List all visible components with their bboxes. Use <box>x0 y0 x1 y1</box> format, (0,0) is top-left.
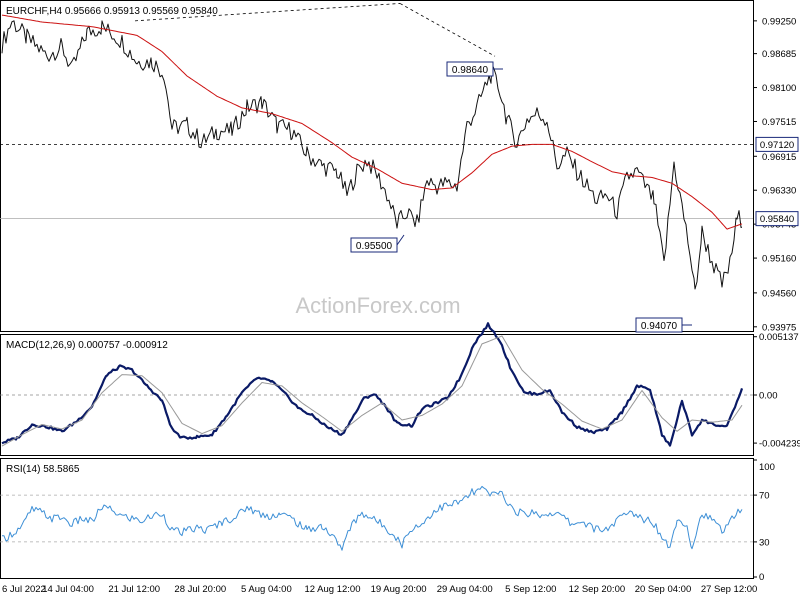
x-axis-ticks: 6 Jul 202214 Jul 04:00 21 Jul 12:00 28 Jul… <box>2 584 757 595</box>
price-title: EURCHF,H4 0.95666 0.95913 0.95569 0.9584… <box>6 6 218 17</box>
x-tick-label: 12 Sep 20:00 <box>569 584 626 595</box>
chart-canvas: ActionForex.com 0.992500.986850.981000.9… <box>0 0 800 595</box>
x-tick-label: 12 Aug 12:00 <box>304 584 360 595</box>
annotation-label: 0.98640 <box>452 65 489 76</box>
x-tick-label: 21 Jul 12:00 <box>108 584 160 595</box>
price-y-tick: 0.98685 <box>762 49 796 60</box>
macd-y-tick: 0.005137 <box>759 332 799 343</box>
x-tick-label: 20 Sep 04:00 <box>635 584 692 595</box>
rsi-y-tick: 70 <box>759 491 770 502</box>
price-y-tick: 0.97515 <box>762 117 796 128</box>
price-y-tick: 0.94560 <box>762 288 796 299</box>
x-tick-label: 19 Aug 20:00 <box>371 584 427 595</box>
macd-y-tick: 0.00 <box>759 391 778 402</box>
price-y-tick: 0.98100 <box>762 83 796 94</box>
price-y-ticks: 0.99250 0.98685 0.98100 0.97515 0.96915 0.963… <box>753 16 796 333</box>
rsi-y-tick: 30 <box>759 537 770 548</box>
price-y-tick: 0.99250 <box>762 16 796 27</box>
price-y-tick: 0.95160 <box>762 254 796 265</box>
x-tick-label: 5 Sep 12:00 <box>505 584 556 595</box>
level-label: 0.97120 <box>760 140 794 151</box>
rsi-y-ticks: 100 70 30 0 <box>753 459 775 583</box>
x-tick-label: 6 Jul 2022 <box>2 584 46 595</box>
rsi-y-tick: 100 <box>759 462 775 473</box>
x-tick-label: 29 Aug 04:00 <box>437 584 493 595</box>
watermark: ActionForex.com <box>295 293 460 318</box>
rsi-panel-frame <box>0 458 754 579</box>
annotation-label: 0.95500 <box>356 241 393 252</box>
price-panel-frame <box>0 0 754 332</box>
price-y-tick: 0.96915 <box>762 152 796 163</box>
level-label: 0.95840 <box>760 214 794 225</box>
x-tick-label: 28 Jul 20:00 <box>174 584 226 595</box>
rsi-y-tick: 0 <box>759 572 764 583</box>
x-tick-label: 14 Jul 04:00 <box>42 584 94 595</box>
price-y-tick: 0.96330 <box>762 186 796 197</box>
macd-y-tick: -0.004239 <box>759 439 800 450</box>
x-tick-label: 5 Aug 04:00 <box>241 584 292 595</box>
macd-title: MACD(12,26,9) 0.000757 -0.000912 <box>6 340 168 351</box>
x-tick-label: 27 Sep 12:00 <box>701 584 758 595</box>
annotation-label: 0.94070 <box>641 321 678 332</box>
level-labels: 0.97120 0.95840 <box>755 136 799 227</box>
rsi-title: RSI(14) 58.5865 <box>6 464 80 475</box>
macd-y-ticks: 0.005137 0.00 -0.004239 <box>753 332 800 450</box>
